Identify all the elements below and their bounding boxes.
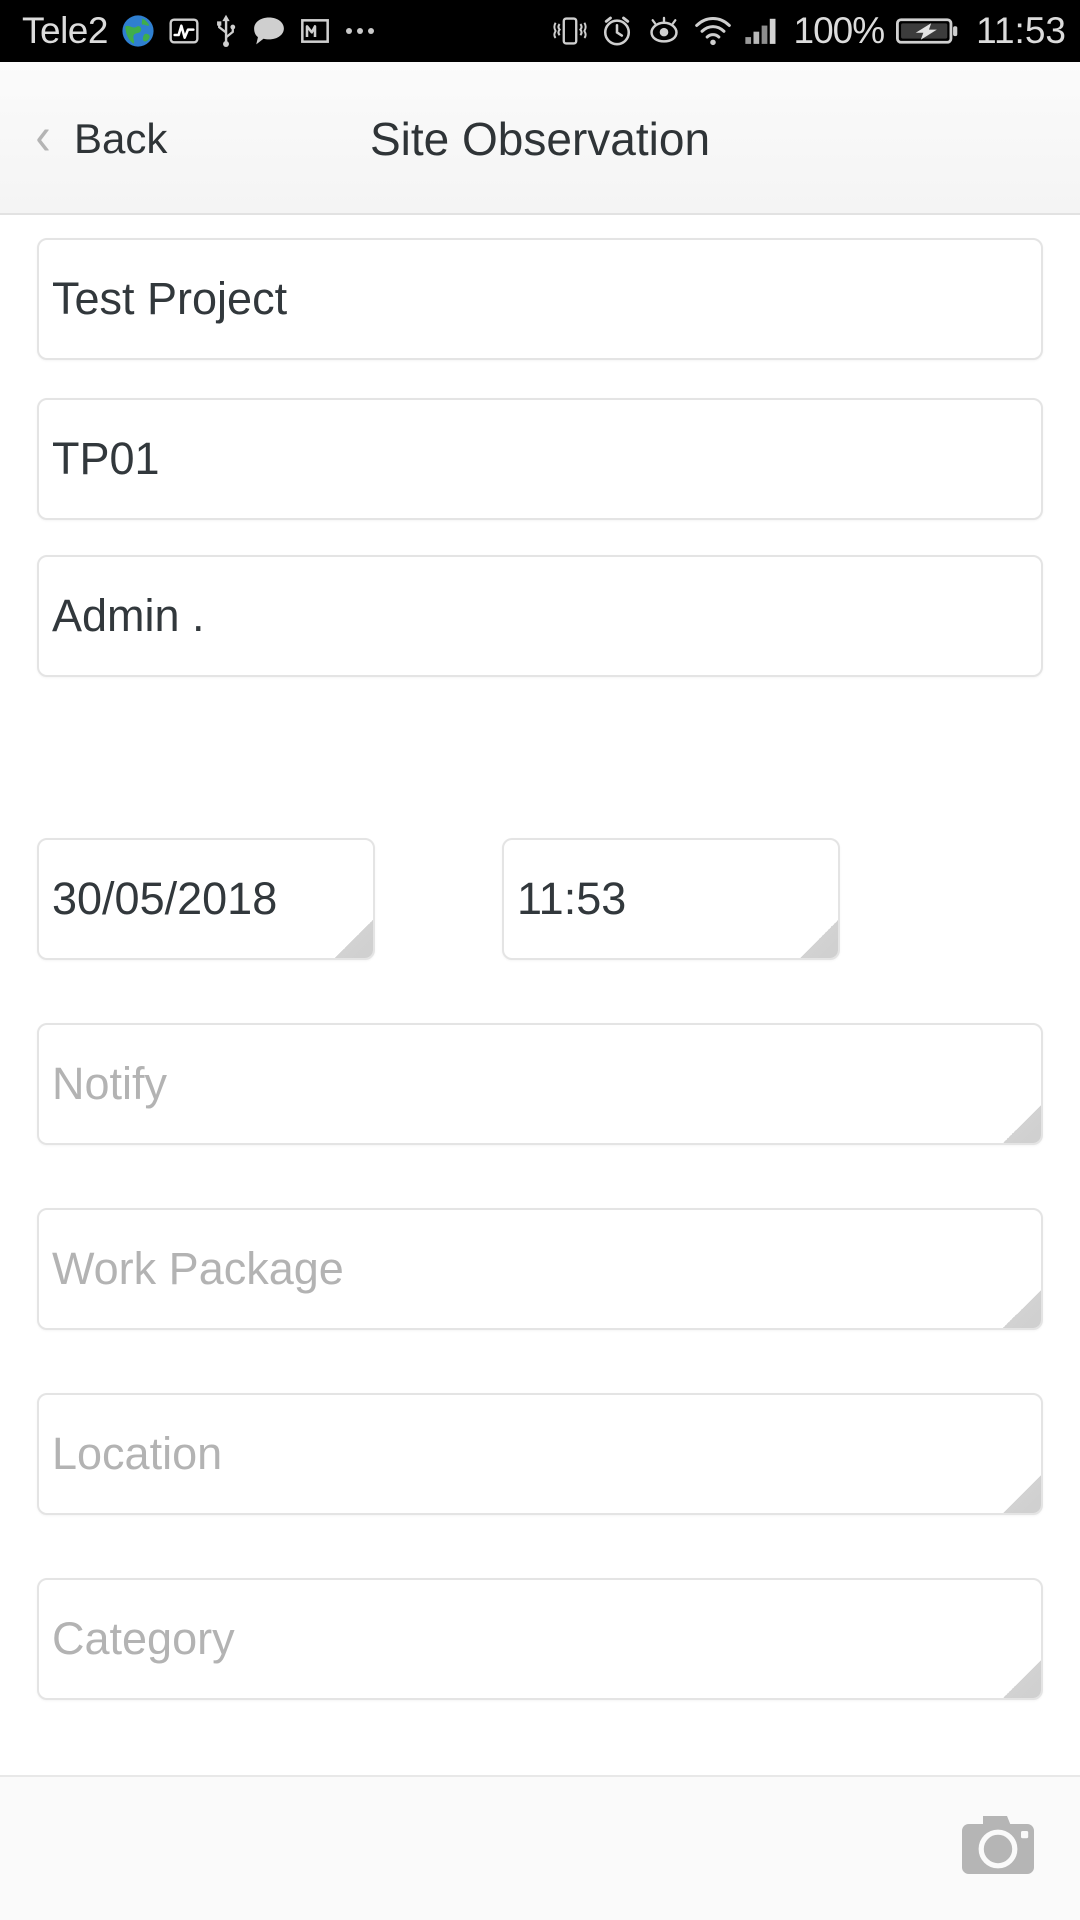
- eye-care-icon: [649, 16, 678, 43]
- navigation-bar: ‹ Back Site Observation: [0, 62, 1080, 215]
- camera-icon: [962, 1816, 1034, 1874]
- resize-handle-icon[interactable]: [1003, 1105, 1041, 1143]
- time-field[interactable]: 11:53: [502, 838, 840, 960]
- signal-bars-icon: [744, 18, 775, 44]
- notify-field[interactable]: Notify: [37, 1023, 1043, 1145]
- overflow-dots-icon: [345, 28, 374, 34]
- battery-percent-label: 100%: [793, 10, 886, 51]
- wifi-icon: [694, 16, 731, 46]
- alarm-clock-icon: [603, 16, 630, 46]
- site-observation-screen: Tele2 100% 11:53 ‹ Back Site Observation…: [0, 0, 1080, 1920]
- globe-icon: [122, 15, 154, 47]
- usb-icon: [217, 14, 236, 48]
- battery-charging-icon: [896, 18, 958, 44]
- camera-button[interactable]: [952, 1805, 1044, 1887]
- form-content: Test Project TP01 Admin . 30/05/2018 11:…: [0, 215, 1080, 1775]
- clock-label: 11:53: [976, 10, 1066, 51]
- resize-handle-icon[interactable]: [1003, 1290, 1041, 1328]
- back-button-label: Back: [73, 114, 168, 162]
- date-field-value: 30/05/2018: [52, 873, 278, 924]
- resize-handle-icon[interactable]: [800, 920, 838, 958]
- category-field-placeholder: Category: [52, 1613, 235, 1664]
- back-button[interactable]: ‹ Back: [18, 62, 183, 215]
- activity-chart-icon: [169, 18, 199, 44]
- project-code-field[interactable]: TP01: [37, 398, 1043, 520]
- vibrate-icon: [552, 17, 587, 45]
- status-bar: Tele2 100% 11:53: [0, 0, 1080, 62]
- author-field[interactable]: Admin .: [37, 555, 1043, 677]
- resize-handle-icon[interactable]: [1003, 1475, 1041, 1513]
- time-field-value: 11:53: [517, 873, 627, 924]
- resize-handle-icon[interactable]: [1003, 1660, 1041, 1698]
- project-code-field-value: TP01: [52, 433, 160, 484]
- location-field[interactable]: Location: [37, 1393, 1043, 1515]
- status-bar-left-cluster: Tele2: [22, 10, 374, 52]
- project-field-value: Test Project: [52, 273, 288, 324]
- project-field[interactable]: Test Project: [37, 238, 1043, 360]
- work-package-field[interactable]: Work Package: [37, 1208, 1043, 1330]
- gmail-icon: [301, 19, 329, 43]
- category-field[interactable]: Category: [37, 1578, 1043, 1700]
- work-package-field-placeholder: Work Package: [52, 1243, 344, 1294]
- status-bar-right-cluster: 100% 11:53: [552, 10, 1066, 52]
- carrier-label: Tele2: [22, 10, 108, 51]
- notify-field-placeholder: Notify: [52, 1058, 168, 1109]
- author-field-value: Admin .: [52, 590, 205, 641]
- date-field[interactable]: 30/05/2018: [37, 838, 375, 960]
- resize-handle-icon[interactable]: [335, 920, 373, 958]
- location-field-placeholder: Location: [52, 1428, 223, 1479]
- bottom-toolbar: [0, 1775, 1080, 1920]
- chat-bubble-icon: [254, 17, 284, 45]
- chevron-left-icon: ‹: [35, 105, 51, 166]
